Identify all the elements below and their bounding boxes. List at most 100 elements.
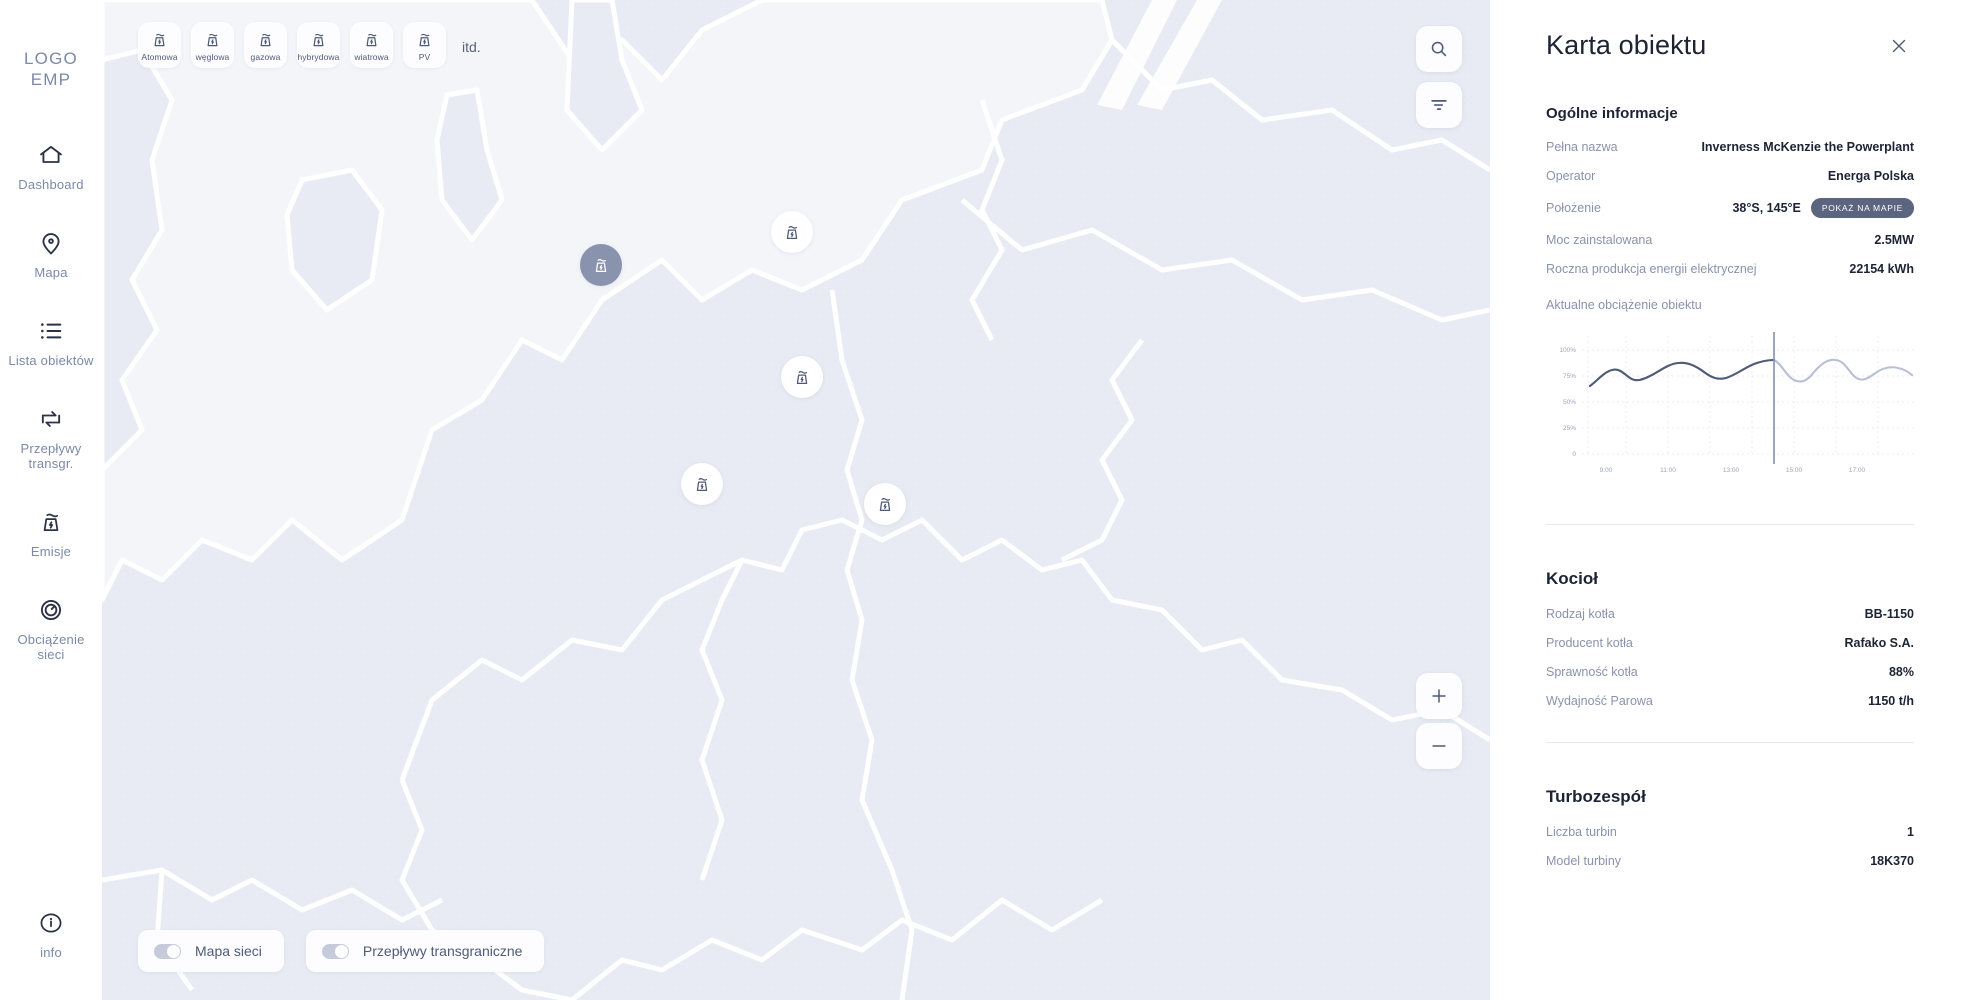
- map-search-button[interactable]: [1416, 26, 1462, 72]
- powerplant-icon: [781, 221, 803, 243]
- field-boiler-efficiency: Sprawność kotła 88%: [1546, 665, 1914, 679]
- map-zoom-out-button[interactable]: [1416, 723, 1462, 769]
- object-detail-panel: Karta obiektu Ogólne informacje Pełna na…: [1490, 0, 1970, 1000]
- map-filter-button[interactable]: [1416, 82, 1462, 128]
- plant-type-hybrydowa[interactable]: hybrydowa: [297, 22, 340, 68]
- sidebar-item-dashboard[interactable]: Dashboard: [0, 130, 102, 202]
- field-operator: Operator Energa Polska: [1546, 169, 1914, 183]
- svg-text:11:00: 11:00: [1660, 467, 1676, 474]
- sidebar-item-mapa[interactable]: Mapa: [0, 218, 102, 290]
- load-chart-svg: 100% 75% 50% 25% 0 9:00 11:00 13:00 15:0…: [1559, 332, 1914, 474]
- sidebar-item-label: Obciążenie sieci: [17, 632, 85, 662]
- logo-line-1: LOGO: [24, 49, 78, 68]
- svg-text:17:00: 17:00: [1849, 467, 1866, 474]
- plant-marker[interactable]: [771, 211, 813, 253]
- plant-type-label: Atomowa: [141, 51, 178, 62]
- field-label: Roczna produkcja energii elektrycznej: [1546, 262, 1757, 276]
- sidebar-item-obciazenie-sieci[interactable]: Obciążenie sieci: [0, 585, 102, 672]
- powerplant-icon: [791, 366, 813, 388]
- plant-marker[interactable]: [864, 483, 906, 525]
- info-icon: [36, 908, 66, 938]
- panel-header: Karta obiektu: [1546, 30, 1914, 61]
- field-value: 2.5MW: [1874, 233, 1914, 247]
- field-label: Producent kotła: [1546, 636, 1633, 650]
- app-logo[interactable]: LOGO EMP: [24, 48, 78, 90]
- powerplant-icon: [255, 29, 276, 50]
- load-chart[interactable]: 100% 75% 50% 25% 0 9:00 11:00 13:00 15:0…: [1546, 330, 1914, 490]
- toggle-switch[interactable]: [321, 943, 349, 959]
- plant-type-label: hybrydowa: [297, 51, 340, 62]
- sidebar-item-emisje[interactable]: Emisje: [0, 497, 102, 569]
- chart-caption: Aktualne obciążenie obiektu: [1546, 298, 1702, 312]
- field-value: 1: [1907, 825, 1914, 839]
- field-label: Sprawność kotła: [1546, 665, 1638, 679]
- plant-marker[interactable]: [781, 356, 823, 398]
- field-label: Model turbiny: [1546, 854, 1622, 868]
- field-value: BB-1150: [1864, 607, 1914, 621]
- field-installed-power: Moc zainstalowana 2.5MW: [1546, 233, 1914, 247]
- show-on-map-button[interactable]: POKAŻ NA MAPIE: [1810, 198, 1914, 218]
- powerplant-icon: [414, 29, 435, 50]
- sidebar-item-lista-obiektow[interactable]: Lista obiektów: [0, 306, 102, 378]
- plant-type-gazowa[interactable]: gazowa: [244, 22, 287, 68]
- app-root: LOGO EMP Dashboard Mapa Lista obiektów P…: [0, 0, 1970, 1000]
- map-geometry: [102, 0, 1490, 1000]
- plant-type-label: wiatrowa: [354, 51, 389, 62]
- plant-type-atomowa[interactable]: Atomowa: [138, 22, 181, 68]
- gauge-icon: [36, 595, 66, 625]
- field-value: Energa Polska: [1827, 169, 1914, 183]
- powerplant-icon: [149, 29, 170, 50]
- page-title: Karta obiektu: [1546, 30, 1707, 60]
- powerplant-icon: [308, 29, 329, 50]
- plant-type-pv[interactable]: PV: [403, 22, 446, 68]
- powerplant-icon: [590, 254, 612, 276]
- field-value: 38°S, 145°E: [1732, 201, 1801, 215]
- logo-line-2: EMP: [30, 70, 72, 89]
- field-label: Operator: [1546, 169, 1596, 183]
- filter-icon: [1428, 94, 1450, 116]
- plant-type-label: węglowa: [195, 51, 230, 62]
- map-canvas[interactable]: Atomowa węglowa gazowa hybrydowa wiatrow…: [102, 0, 1490, 1000]
- svg-text:0: 0: [1572, 451, 1576, 458]
- pin-icon: [36, 228, 66, 258]
- sidebar-item-label: Mapa: [34, 265, 68, 280]
- toggle-label: Mapa sieci: [195, 943, 262, 959]
- plant-type-weglowa[interactable]: węglowa: [191, 22, 234, 68]
- toggle-przeplywy-transgraniczne[interactable]: Przepływy transgraniczne: [305, 930, 545, 972]
- section-heading-general: Ogólne informacje: [1546, 105, 1678, 122]
- plus-icon: [1428, 685, 1450, 707]
- map-layer-toggles: Mapa sieci Przepływy transgraniczne: [138, 930, 545, 972]
- field-label: Wydajność Parowa: [1546, 694, 1653, 708]
- toggle-label: Przepływy transgraniczne: [362, 943, 523, 959]
- close-panel-button[interactable]: [1888, 35, 1914, 61]
- toggle-mapa-sieci[interactable]: Mapa sieci: [138, 930, 284, 972]
- toggle-switch[interactable]: [154, 943, 181, 959]
- svg-text:50%: 50%: [1563, 399, 1576, 406]
- sidebar-item-label: Dashboard: [18, 177, 84, 192]
- plant-type-wiatrowa[interactable]: wiatrowa: [350, 22, 393, 68]
- powerplant-icon: [874, 493, 896, 515]
- field-value: Inverness McKenzie the Powerplant: [1701, 140, 1914, 154]
- field-turbine-count: Liczba turbin 1: [1546, 825, 1914, 839]
- sidebar-item-label: Przepływy transgr.: [20, 441, 82, 471]
- close-icon: [1888, 35, 1914, 57]
- map-zoom-in-button[interactable]: [1416, 673, 1462, 719]
- home-icon: [36, 140, 66, 170]
- sidebar-item-przeplywy-transgr[interactable]: Przepływy transgr.: [0, 394, 102, 481]
- field-annual-production: Roczna produkcja energii elektrycznej 22…: [1546, 262, 1914, 276]
- field-label: Położenie: [1546, 201, 1601, 215]
- field-location: Położenie 38°S, 145°E POKAŻ NA MAPIE: [1546, 198, 1914, 218]
- plant-type-label: PV: [418, 51, 431, 62]
- field-full-name: Pełna nazwa Inverness McKenzie the Power…: [1546, 140, 1914, 154]
- sidebar-item-label: Emisje: [30, 544, 72, 559]
- field-value: 18K370: [1870, 854, 1914, 868]
- svg-text:25%: 25%: [1563, 425, 1576, 432]
- section-heading-turbine: Turbozespół: [1546, 787, 1646, 806]
- plant-type-filter-bar: Atomowa węglowa gazowa hybrydowa wiatrow…: [138, 22, 481, 68]
- sidebar-item-info[interactable]: info: [0, 898, 102, 970]
- powerplant-icon: [691, 473, 713, 495]
- field-label: Rodzaj kotła: [1546, 607, 1615, 621]
- section-heading-boiler: Kocioł: [1546, 569, 1598, 588]
- plant-marker-selected[interactable]: [580, 244, 622, 286]
- plant-marker[interactable]: [681, 463, 723, 505]
